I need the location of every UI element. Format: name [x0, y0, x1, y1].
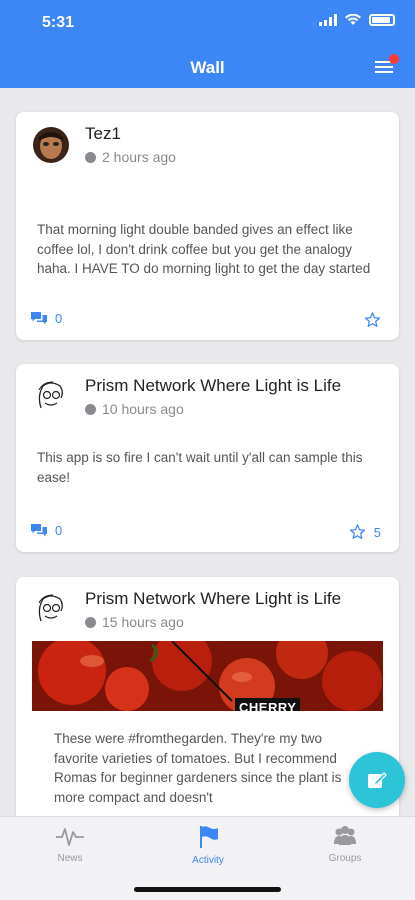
post-time-text: 10 hours ago — [102, 401, 184, 417]
menu-button[interactable] — [373, 54, 399, 76]
comments-button[interactable]: 0 — [31, 523, 62, 538]
clock-icon — [85, 403, 96, 415]
compose-icon — [368, 772, 387, 788]
avatar[interactable] — [33, 378, 69, 414]
post-text: This app is so fire I can't wait until y… — [37, 450, 363, 485]
comments-button[interactable]: 0 — [31, 311, 62, 326]
groups-icon — [334, 826, 356, 845]
post-time: 2 hours ago — [85, 149, 176, 165]
post-author[interactable]: Tez1 — [85, 124, 121, 144]
post-time: 15 hours ago — [85, 614, 184, 630]
star-icon — [349, 524, 365, 539]
star-button[interactable]: 5 — [349, 524, 381, 540]
stars-count: 5 — [373, 524, 381, 540]
app-header: 5:31 Wall — [0, 0, 415, 88]
star-icon — [364, 312, 381, 327]
image-label: CHERRY — [235, 698, 301, 711]
post-text: These were #fromthegarden. They're my tw… — [54, 731, 342, 805]
tab-label: Activity — [192, 855, 224, 866]
post-card[interactable]: Prism Network Where Light is Life 15 hou… — [16, 577, 399, 816]
tab-activity[interactable]: Activity — [168, 825, 248, 866]
post-card[interactable]: Prism Network Where Light is Life 10 hou… — [16, 364, 399, 552]
status-icons — [319, 14, 395, 26]
tab-bar: News Activity Groups — [0, 816, 415, 900]
comments-icon — [31, 523, 47, 536]
post-author[interactable]: Prism Network Where Light is Life — [85, 376, 341, 396]
post-image[interactable]: CHERRY — [32, 641, 383, 711]
post-author[interactable]: Prism Network Where Light is Life — [85, 589, 341, 609]
home-indicator — [134, 887, 281, 892]
comments-count: 0 — [55, 311, 63, 326]
tab-groups[interactable]: Groups — [305, 825, 385, 864]
wifi-icon — [345, 14, 361, 25]
wall-feed[interactable]: Tez1 2 hours ago That morning light doub… — [0, 88, 415, 816]
page-title: Wall — [190, 58, 225, 77]
post-time-text: 15 hours ago — [102, 614, 184, 630]
tab-news[interactable]: News — [30, 825, 110, 864]
star-button[interactable] — [364, 312, 381, 328]
post-text: That morning light double banded gives a… — [37, 222, 371, 276]
clock-icon — [85, 151, 96, 163]
clock-icon — [85, 616, 96, 628]
post-card[interactable]: Tez1 2 hours ago That morning light doub… — [16, 112, 399, 340]
flag-icon — [200, 826, 218, 848]
comments-count: 0 — [55, 523, 63, 538]
notification-badge — [389, 54, 399, 64]
post-time-text: 2 hours ago — [102, 149, 176, 165]
status-time: 5:31 — [42, 14, 75, 31]
avatar[interactable] — [33, 127, 69, 163]
post-time: 10 hours ago — [85, 401, 184, 417]
comments-icon — [31, 311, 47, 324]
avatar[interactable] — [33, 591, 69, 627]
signal-icon — [319, 14, 337, 26]
pulse-icon — [56, 828, 84, 846]
compose-button[interactable] — [349, 752, 405, 808]
battery-icon — [369, 14, 395, 26]
tab-label: Groups — [328, 853, 362, 864]
tab-label: News — [57, 853, 83, 864]
